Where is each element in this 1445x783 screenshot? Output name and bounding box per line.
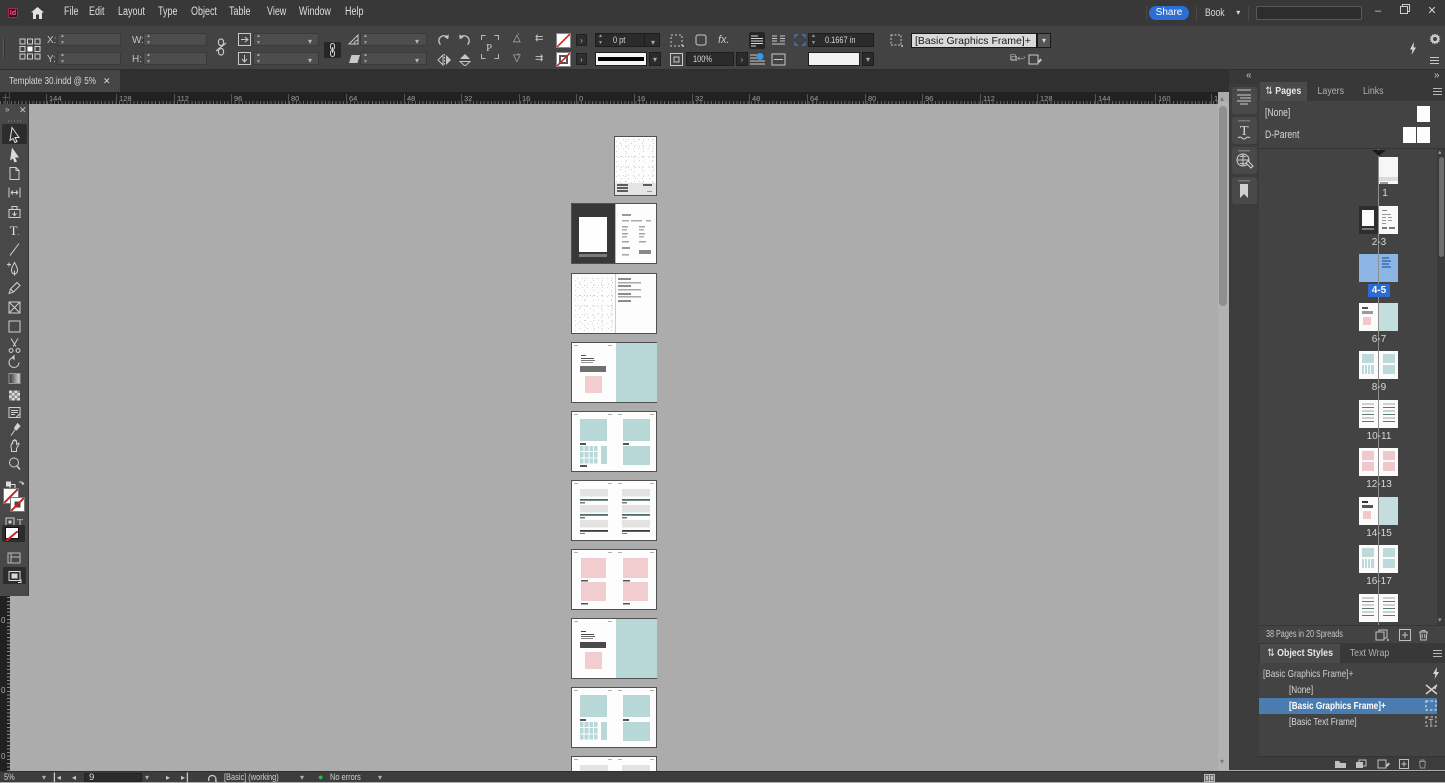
svg-text:P: P: [486, 42, 492, 54]
svg-text:T: T: [1429, 718, 1434, 727]
